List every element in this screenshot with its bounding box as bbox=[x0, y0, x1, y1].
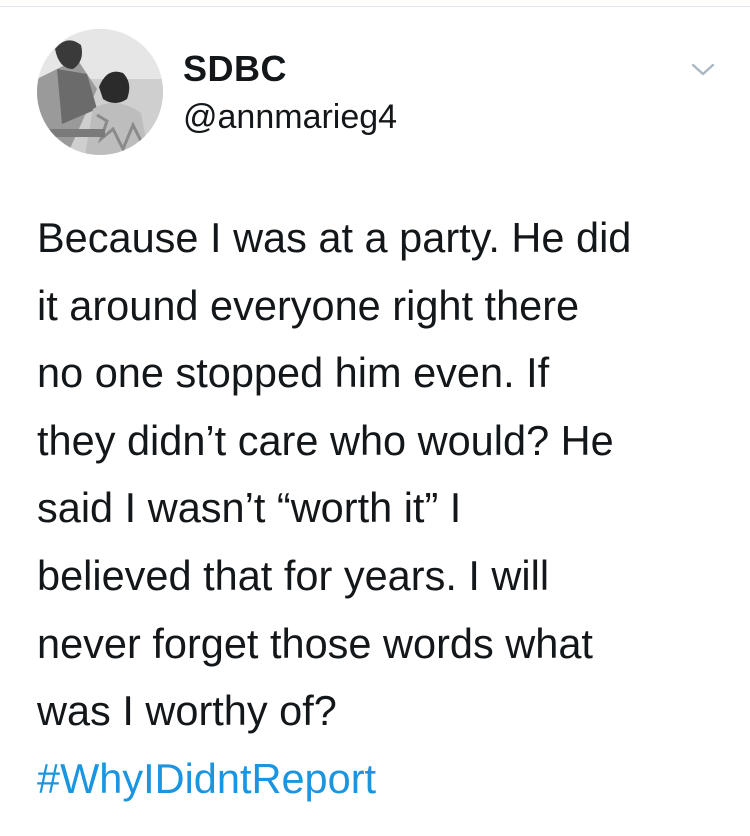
chevron-down-icon[interactable] bbox=[690, 60, 716, 80]
tweet-text-line: no one stopped him even. If bbox=[37, 349, 550, 397]
tweet-text-line: it around everyone right there bbox=[37, 281, 580, 329]
tweet-text-line: was I worthy of? bbox=[37, 687, 337, 735]
tweet-text-line: they didn’t care who would? He bbox=[37, 416, 614, 464]
tweet-text-line: Because I was at a party. He did bbox=[37, 214, 632, 261]
tweet-text-line: believed that for years. I will bbox=[37, 551, 550, 599]
display-name[interactable]: SDBC bbox=[183, 49, 643, 89]
tweet-text: Because I was at a party. He did it arou… bbox=[37, 204, 727, 812]
hashtag-link[interactable]: #WhyIDidntReport bbox=[37, 745, 727, 813]
tweet-author: SDBC @annmarieg4 bbox=[183, 49, 643, 137]
tweet-text-line: said I wasn’t “worth it” I bbox=[37, 484, 462, 532]
tweet-card: SDBC @annmarieg4 Because I was at a part… bbox=[0, 0, 750, 836]
username-handle[interactable]: @annmarieg4 bbox=[183, 97, 643, 137]
avatar-photo bbox=[37, 29, 163, 155]
avatar[interactable] bbox=[37, 29, 163, 155]
tweet-text-line: never forget those words what bbox=[37, 619, 593, 667]
